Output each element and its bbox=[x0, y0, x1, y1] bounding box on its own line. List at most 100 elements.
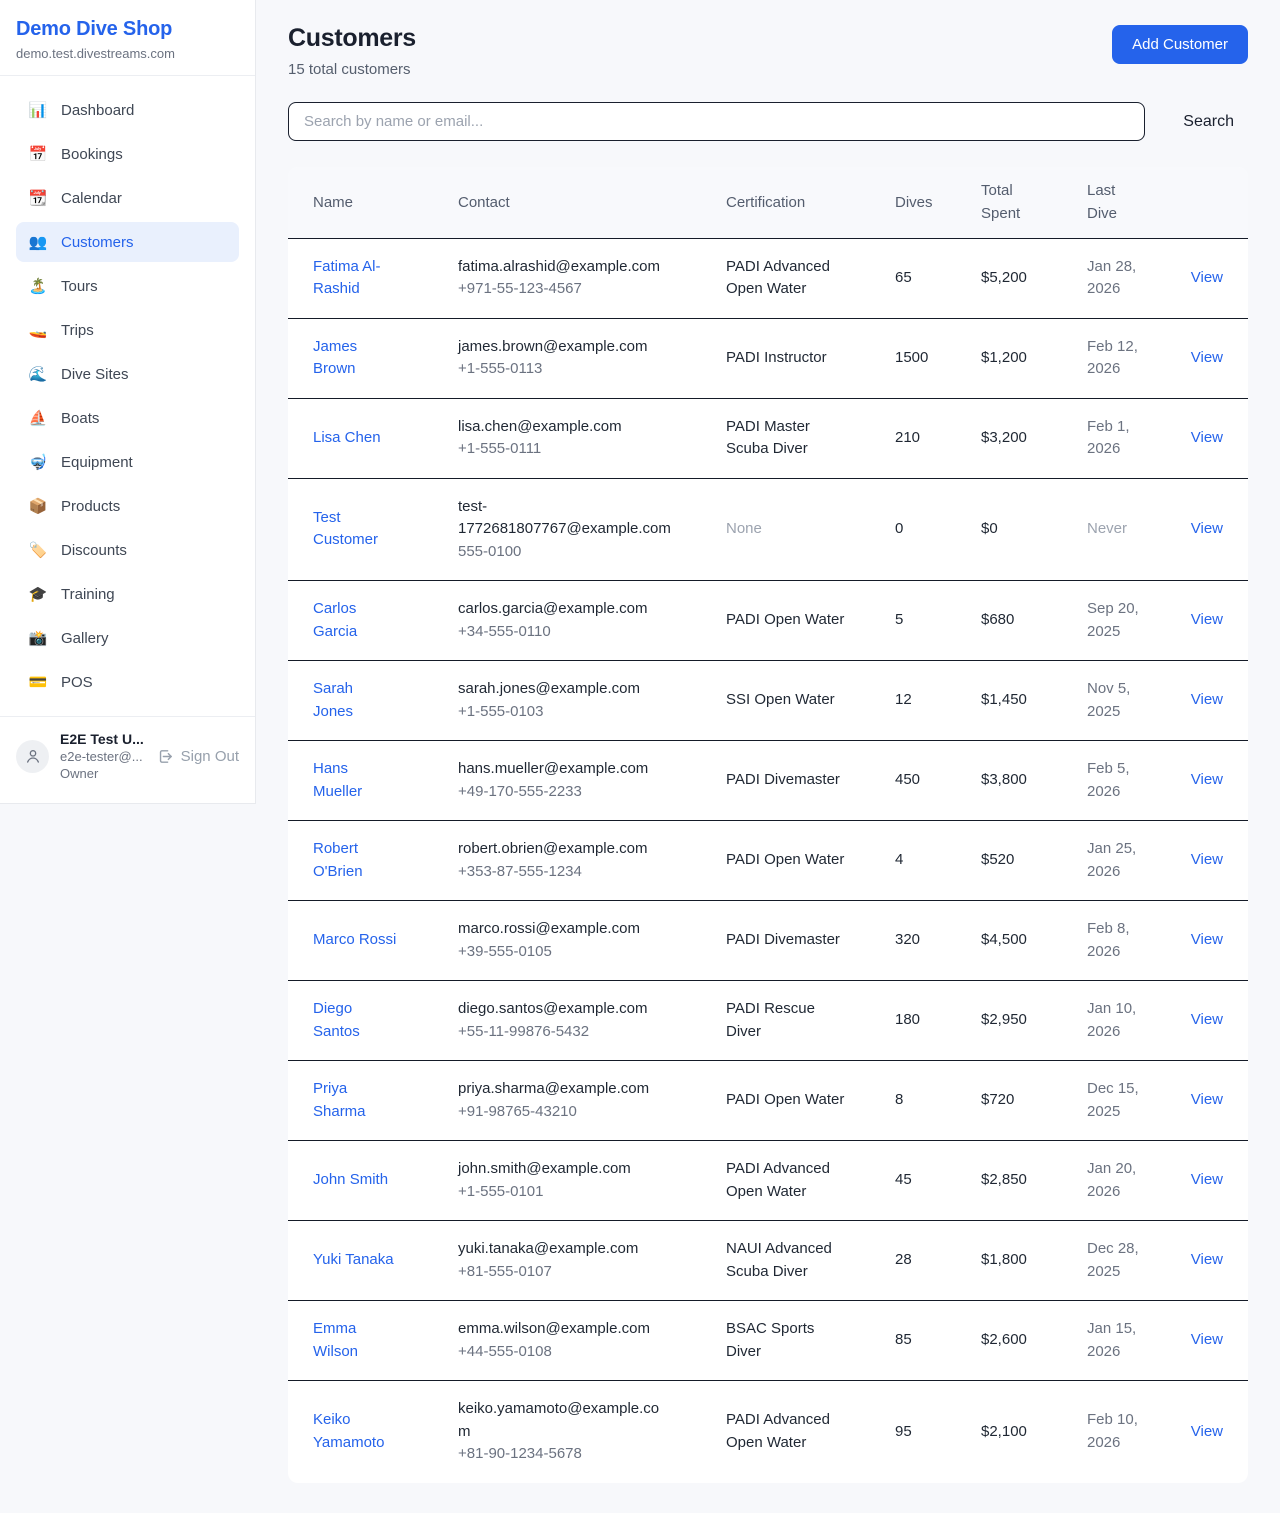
training-icon: 🎓 bbox=[28, 585, 48, 603]
customer-certification: PADI Advanced Open Water bbox=[726, 1158, 850, 1203]
customer-name-link[interactable]: Yuki Tanaka bbox=[313, 1249, 394, 1272]
customer-certification: NAUI Advanced Scuba Diver bbox=[726, 1238, 850, 1283]
customer-certification: PADI Instructor bbox=[726, 347, 850, 370]
view-customer-link[interactable]: View bbox=[1191, 851, 1223, 868]
customer-name-link[interactable]: Sarah Jones bbox=[313, 678, 397, 723]
customer-name-link[interactable]: Priya Sharma bbox=[313, 1078, 397, 1123]
customer-name-link[interactable]: John Smith bbox=[313, 1169, 388, 1192]
customer-email: hans.mueller@example.com bbox=[458, 758, 671, 781]
customer-phone: +91-98765-43210 bbox=[458, 1101, 671, 1124]
sidebar-item-label: POS bbox=[61, 674, 93, 691]
view-customer-link[interactable]: View bbox=[1191, 1251, 1223, 1268]
customer-name-link[interactable]: Emma Wilson bbox=[313, 1318, 397, 1363]
customer-dives: 1500 bbox=[870, 318, 956, 398]
customer-last-dive: Nov 5, 2025 bbox=[1087, 678, 1145, 723]
customer-email: carlos.garcia@example.com bbox=[458, 598, 671, 621]
sidebar-item-trips[interactable]: 🚤 Trips bbox=[16, 310, 239, 350]
sidebar-item-tours[interactable]: 🏝️ Tours bbox=[16, 266, 239, 306]
customer-last-dive: Dec 15, 2025 bbox=[1087, 1078, 1145, 1123]
sign-out-button[interactable]: Sign Out bbox=[157, 748, 239, 765]
customer-total-spent: $2,100 bbox=[956, 1381, 1062, 1483]
column-header-total-spent: Total Spent bbox=[956, 167, 1062, 238]
sidebar-item-label: Tours bbox=[61, 278, 98, 295]
customer-dives: 45 bbox=[870, 1141, 956, 1221]
view-customer-link[interactable]: View bbox=[1191, 1331, 1223, 1348]
view-customer-link[interactable]: View bbox=[1191, 1091, 1223, 1108]
view-customer-link[interactable]: View bbox=[1191, 349, 1223, 366]
sidebar-item-discounts[interactable]: 🏷️ Discounts bbox=[16, 530, 239, 570]
sidebar-item-equipment[interactable]: 🤿 Equipment bbox=[16, 442, 239, 482]
customer-dives: 65 bbox=[870, 238, 956, 318]
customer-phone: +55-11-99876-5432 bbox=[458, 1021, 671, 1044]
add-customer-button[interactable]: Add Customer bbox=[1112, 25, 1248, 64]
view-customer-link[interactable]: View bbox=[1191, 771, 1223, 788]
equipment-icon: 🤿 bbox=[28, 453, 48, 471]
sidebar-item-bookings[interactable]: 📅 Bookings bbox=[16, 134, 239, 174]
customer-phone: +971-55-123-4567 bbox=[458, 278, 671, 301]
sidebar-item-label: Gallery bbox=[61, 630, 109, 647]
table-row: James Brown james.brown@example.com +1-5… bbox=[288, 318, 1248, 398]
sign-out-label: Sign Out bbox=[181, 748, 239, 765]
sidebar-item-label: Calendar bbox=[61, 190, 122, 207]
search-button[interactable]: Search bbox=[1181, 113, 1236, 131]
customer-last-dive: Jan 10, 2026 bbox=[1087, 998, 1145, 1043]
customer-certification: PADI Open Water bbox=[726, 1089, 850, 1112]
customer-name-link[interactable]: Robert O'Brien bbox=[313, 838, 397, 883]
sidebar-item-boats[interactable]: ⛵ Boats bbox=[16, 398, 239, 438]
customer-name-link[interactable]: Lisa Chen bbox=[313, 427, 381, 450]
customer-last-dive: Feb 10, 2026 bbox=[1087, 1409, 1145, 1454]
customer-name-link[interactable]: Hans Mueller bbox=[313, 758, 397, 803]
customer-dives: 210 bbox=[870, 398, 956, 478]
table-header-row: Name Contact Certification Dives Total S… bbox=[288, 167, 1248, 238]
search-input[interactable] bbox=[288, 102, 1145, 141]
customer-last-dive: Feb 8, 2026 bbox=[1087, 918, 1145, 963]
customer-name-link[interactable]: Test Customer bbox=[313, 507, 397, 552]
view-customer-link[interactable]: View bbox=[1191, 1011, 1223, 1028]
sign-out-icon bbox=[157, 748, 174, 765]
customer-certification: None bbox=[726, 518, 850, 541]
sidebar-item-training[interactable]: 🎓 Training bbox=[16, 574, 239, 614]
customer-name-link[interactable]: Marco Rossi bbox=[313, 929, 396, 952]
boats-icon: ⛵ bbox=[28, 409, 48, 427]
customer-total-spent: $0 bbox=[956, 478, 1062, 581]
customer-phone: 555-0100 bbox=[458, 541, 671, 564]
customer-certification: SSI Open Water bbox=[726, 689, 850, 712]
view-customer-link[interactable]: View bbox=[1191, 931, 1223, 948]
page-title: Customers bbox=[288, 24, 416, 53]
sidebar-nav: 📊 Dashboard 📅 Bookings 📆 Calendar 👥 Cust… bbox=[0, 76, 255, 716]
customer-email: emma.wilson@example.com bbox=[458, 1318, 671, 1341]
view-customer-link[interactable]: View bbox=[1191, 611, 1223, 628]
view-customer-link[interactable]: View bbox=[1191, 1171, 1223, 1188]
customer-name-link[interactable]: Carlos Garcia bbox=[313, 598, 397, 643]
customer-total-spent: $4,500 bbox=[956, 901, 1062, 981]
view-customer-link[interactable]: View bbox=[1191, 1423, 1223, 1440]
sidebar-item-dashboard[interactable]: 📊 Dashboard bbox=[16, 90, 239, 130]
view-customer-link[interactable]: View bbox=[1191, 520, 1223, 537]
customer-total-spent: $1,200 bbox=[956, 318, 1062, 398]
customer-phone: +1-555-0113 bbox=[458, 358, 671, 381]
customer-email: james.brown@example.com bbox=[458, 336, 671, 359]
customer-last-dive: Sep 20, 2025 bbox=[1087, 598, 1145, 643]
table-row: Yuki Tanaka yuki.tanaka@example.com +81-… bbox=[288, 1221, 1248, 1301]
sidebar-item-pos[interactable]: 💳 POS bbox=[16, 662, 239, 702]
customer-total-spent: $2,850 bbox=[956, 1141, 1062, 1221]
sidebar-item-dive-sites[interactable]: 🌊 Dive Sites bbox=[16, 354, 239, 394]
table-row: Hans Mueller hans.mueller@example.com +4… bbox=[288, 741, 1248, 821]
customer-name-link[interactable]: Fatima Al-Rashid bbox=[313, 256, 397, 301]
customers-table: Name Contact Certification Dives Total S… bbox=[288, 167, 1248, 1483]
customer-name-link[interactable]: Diego Santos bbox=[313, 998, 397, 1043]
customer-name-link[interactable]: James Brown bbox=[313, 336, 397, 381]
customer-phone: +49-170-555-2233 bbox=[458, 781, 671, 804]
sidebar-item-calendar[interactable]: 📆 Calendar bbox=[16, 178, 239, 218]
view-customer-link[interactable]: View bbox=[1191, 691, 1223, 708]
view-customer-link[interactable]: View bbox=[1191, 429, 1223, 446]
customers-icon: 👥 bbox=[28, 233, 48, 251]
sidebar-item-customers[interactable]: 👥 Customers bbox=[16, 222, 239, 262]
customer-name-link[interactable]: Keiko Yamamoto bbox=[313, 1409, 397, 1454]
view-customer-link[interactable]: View bbox=[1191, 269, 1223, 286]
discounts-icon: 🏷️ bbox=[28, 541, 48, 559]
bookings-icon: 📅 bbox=[28, 145, 48, 163]
sidebar-item-gallery[interactable]: 📸 Gallery bbox=[16, 618, 239, 658]
customer-certification: PADI Open Water bbox=[726, 609, 850, 632]
sidebar-item-products[interactable]: 📦 Products bbox=[16, 486, 239, 526]
